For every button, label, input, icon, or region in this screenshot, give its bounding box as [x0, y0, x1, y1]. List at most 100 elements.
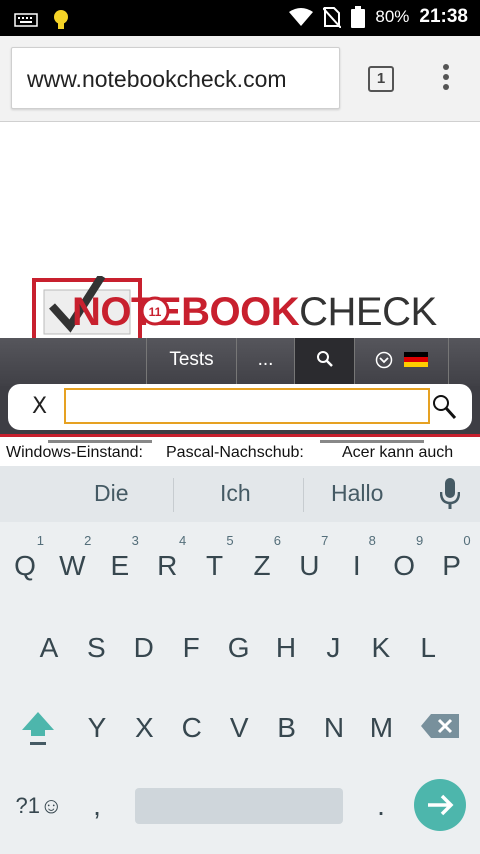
key-number-hint: 3	[131, 533, 139, 548]
key-p[interactable]: P0	[429, 533, 475, 596]
nav-tests[interactable]: Tests	[146, 338, 236, 386]
suggestion-divider	[173, 478, 174, 512]
key-k[interactable]: K	[358, 618, 404, 678]
key-x[interactable]: X	[121, 698, 167, 758]
key-label: U	[299, 550, 320, 581]
key-number-hint: 8	[368, 533, 376, 548]
clock: 21:38	[419, 6, 468, 27]
suggestion-divider	[303, 478, 304, 512]
key-j[interactable]: J	[310, 618, 356, 678]
overflow-menu-icon[interactable]	[434, 64, 458, 94]
key-number-hint: 6	[273, 533, 281, 548]
key-label: O	[393, 550, 416, 581]
key-s[interactable]: S	[73, 618, 119, 678]
key-b[interactable]: B	[264, 698, 310, 758]
soft-keyboard: Die Ich Hallo ?1☺ , . Q1W2E3R4T5Z6U7I8O9…	[0, 466, 480, 854]
key-d[interactable]: D	[121, 618, 167, 678]
site-search-panel: X	[8, 384, 472, 430]
nav-more[interactable]: ...	[236, 338, 294, 386]
nav-search-button[interactable]	[294, 338, 354, 386]
key-label: W	[59, 550, 86, 581]
key-y[interactable]: Y	[74, 698, 120, 758]
browser-toolbar: www.notebookcheck.com 1	[0, 36, 480, 122]
key-label: P	[442, 550, 461, 581]
key-o[interactable]: O9	[381, 533, 427, 596]
key-m[interactable]: M	[358, 698, 404, 758]
key-label: C	[181, 712, 202, 743]
ticker-item[interactable]: Pascal-Nachschub:	[166, 444, 304, 462]
period-key[interactable]: .	[358, 776, 404, 836]
enter-key[interactable]	[414, 779, 466, 831]
tab-switcher-button[interactable]: 1	[368, 66, 394, 92]
key-label: F	[182, 632, 200, 663]
key-n[interactable]: N	[311, 698, 357, 758]
key-label: Q	[14, 550, 36, 581]
key-label: X	[135, 712, 154, 743]
key-t[interactable]: T5	[192, 534, 238, 596]
key-h[interactable]: H	[263, 618, 309, 678]
ticker-item[interactable]: Windows-Einstand:	[6, 444, 143, 462]
key-a[interactable]: A	[26, 618, 72, 678]
key-e[interactable]: E3	[97, 533, 143, 596]
key-w[interactable]: W2	[49, 534, 95, 596]
key-label: I	[352, 550, 361, 581]
logo-wordmark-check: CHECK	[299, 290, 437, 334]
article-ticker: Windows-Einstand: Pascal-Nachschub: Acer…	[0, 443, 480, 465]
search-close-button[interactable]: X	[32, 394, 47, 419]
backspace-icon[interactable]	[421, 712, 461, 740]
no-sim-icon	[323, 7, 342, 28]
suggestion-item[interactable]: Die	[94, 480, 129, 507]
shift-icon[interactable]	[20, 710, 56, 750]
address-bar[interactable]: www.notebookcheck.com	[11, 47, 340, 109]
nav-divider	[448, 338, 480, 386]
key-number-hint: 1	[36, 533, 44, 548]
key-label: S	[87, 632, 106, 663]
key-f[interactable]: F	[168, 618, 214, 678]
key-l[interactable]: L	[405, 618, 451, 678]
key-u[interactable]: U7	[286, 534, 332, 596]
key-v[interactable]: V	[216, 698, 262, 758]
key-label: V	[229, 712, 249, 743]
comma-key[interactable]: ,	[74, 776, 120, 836]
anniversary-badge-icon: 11	[140, 296, 170, 326]
site-search-input[interactable]	[64, 388, 430, 424]
search-icon	[316, 351, 333, 367]
key-label: M	[369, 712, 394, 743]
key-number-hint: 9	[415, 533, 424, 548]
logo-wordmark-notebook: NOTEBOOK	[72, 290, 300, 334]
battery-icon	[351, 6, 366, 28]
key-label: Z	[253, 550, 271, 581]
nav-language-selector[interactable]	[354, 338, 448, 386]
key-label: G	[227, 632, 250, 663]
arrow-right-icon	[428, 794, 454, 816]
key-c[interactable]: C	[169, 698, 215, 758]
key-number-hint: 0	[463, 533, 471, 548]
site-nav-bar: Tests ...	[0, 338, 480, 386]
keyboard-icon	[14, 13, 38, 27]
key-label: A	[39, 632, 59, 663]
key-number-hint: 4	[178, 533, 187, 548]
space-bar[interactable]	[135, 788, 343, 824]
key-label: B	[277, 712, 296, 743]
key-i[interactable]: I8	[334, 533, 380, 596]
lightbulb-icon	[54, 10, 68, 29]
suggestion-item[interactable]: Ich	[220, 480, 251, 507]
microphone-icon[interactable]	[440, 478, 460, 510]
suggestion-item[interactable]: Hallo	[331, 480, 383, 507]
search-submit-icon[interactable]	[430, 392, 458, 422]
key-label: L	[420, 632, 436, 663]
key-z[interactable]: Z6	[239, 533, 285, 596]
status-bar: 80% 21:38	[0, 0, 480, 36]
url-text: www.notebookcheck.com	[27, 66, 287, 92]
key-q[interactable]: Q1	[2, 533, 48, 596]
key-g[interactable]: G	[216, 618, 262, 678]
key-label: H	[275, 632, 297, 663]
wifi-icon	[289, 8, 314, 26]
ticker-item[interactable]: Acer kann auch	[342, 444, 453, 462]
symbols-key[interactable]: ?1☺	[8, 776, 70, 836]
key-label: R	[157, 550, 178, 581]
accent-divider	[0, 434, 480, 437]
key-r[interactable]: R4	[144, 533, 190, 596]
key-label: N	[323, 712, 345, 743]
key-label: E	[110, 550, 130, 581]
